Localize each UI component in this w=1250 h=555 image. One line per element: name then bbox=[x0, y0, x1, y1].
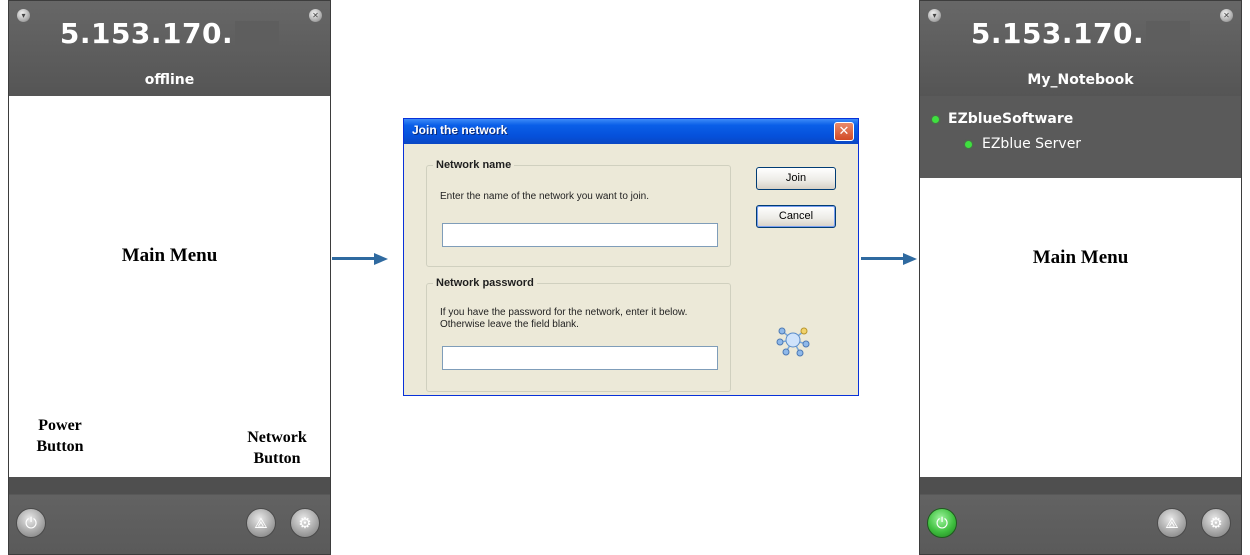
network-icon: ⟁ bbox=[1165, 514, 1179, 532]
join-button[interactable]: Join bbox=[756, 167, 836, 190]
power-button[interactable]: ⏻ bbox=[16, 508, 46, 538]
power-icon: ⏻ bbox=[25, 514, 37, 532]
arrow-right bbox=[861, 253, 917, 265]
main-menu-label: Main Menu bbox=[1032, 247, 1129, 268]
network-button-caption: Network Button bbox=[237, 427, 317, 469]
dialog-titlebar[interactable]: Join the network ✕ bbox=[404, 119, 858, 144]
network-button[interactable]: ⟁ bbox=[1157, 508, 1187, 538]
network-caption-line1: Network bbox=[247, 429, 307, 446]
power-caption-line2: Button bbox=[36, 438, 84, 455]
gear-icon: ⚙ bbox=[298, 514, 312, 532]
footer-bar: ⏻ ⟁ ⚙ bbox=[9, 477, 330, 554]
network-name: EZblueSoftware bbox=[948, 111, 1074, 127]
settings-button[interactable]: ⚙ bbox=[290, 508, 320, 538]
main-menu-area: Main Menu bbox=[920, 178, 1241, 481]
ip-redaction bbox=[1146, 20, 1191, 47]
peer-name: EZblue Server bbox=[982, 136, 1082, 152]
cancel-button[interactable]: Cancel bbox=[756, 205, 836, 228]
dialog-title: Join the network bbox=[412, 123, 508, 137]
hamachi-window-offline: ▾ ✕ 5.153.170. offline Main Menu Power B… bbox=[8, 0, 331, 555]
power-button[interactable]: ⏻ bbox=[927, 508, 957, 538]
network-name-input[interactable] bbox=[442, 223, 718, 247]
network-name-group: Network name Enter the name of the netwo… bbox=[426, 159, 731, 267]
main-menu-label: Main Menu bbox=[121, 245, 218, 266]
power-caption-line1: Power bbox=[38, 417, 82, 434]
network-icon bbox=[776, 327, 810, 357]
network-row[interactable]: EZblueSoftware bbox=[920, 111, 1241, 127]
network-caption-line2: Button bbox=[253, 450, 301, 467]
power-icon: ⏻ bbox=[936, 514, 948, 532]
gear-icon: ⚙ bbox=[1209, 514, 1223, 532]
header: ▾ ✕ 5.153.170. My_Notebook bbox=[920, 1, 1241, 96]
ip-redaction bbox=[235, 20, 280, 47]
ip-address: 5.153.170. bbox=[9, 17, 330, 50]
power-button-caption: Power Button bbox=[25, 415, 95, 457]
client-name: My_Notebook bbox=[1027, 72, 1134, 88]
header: ▾ ✕ 5.153.170. offline bbox=[9, 1, 330, 96]
network-password-group: Network password If you have the passwor… bbox=[426, 277, 731, 392]
network-password-help: If you have the password for the network… bbox=[440, 307, 688, 330]
arrow-right bbox=[332, 253, 388, 265]
ip-address: 5.153.170. bbox=[920, 17, 1241, 50]
ip-address-text: 5.153.170. bbox=[59, 17, 234, 50]
network-name-help: Enter the name of the network you want t… bbox=[440, 191, 650, 202]
network-button[interactable]: ⟁ bbox=[246, 508, 276, 538]
ip-address-text: 5.153.170. bbox=[970, 17, 1145, 50]
network-list: EZblueSoftware EZblue Server bbox=[920, 96, 1241, 178]
network-password-input[interactable] bbox=[442, 346, 718, 370]
online-status-icon bbox=[965, 140, 972, 148]
join-network-dialog: Join the network ✕ Network name Enter th… bbox=[403, 118, 859, 396]
close-icon[interactable]: ✕ bbox=[834, 122, 854, 141]
network-name-legend: Network name bbox=[436, 159, 512, 171]
dialog-body: Network name Enter the name of the netwo… bbox=[407, 144, 855, 392]
settings-button[interactable]: ⚙ bbox=[1201, 508, 1231, 538]
peer-row[interactable]: EZblue Server bbox=[920, 136, 1241, 152]
footer-bar: ⏻ ⟁ ⚙ bbox=[920, 477, 1241, 554]
online-status-icon bbox=[932, 115, 939, 123]
hamachi-window-online: ▾ ✕ 5.153.170. My_Notebook EZblueSoftwar… bbox=[919, 0, 1242, 555]
network-icon: ⟁ bbox=[254, 514, 268, 532]
status-text: offline bbox=[144, 72, 195, 88]
network-password-legend: Network password bbox=[436, 277, 534, 289]
